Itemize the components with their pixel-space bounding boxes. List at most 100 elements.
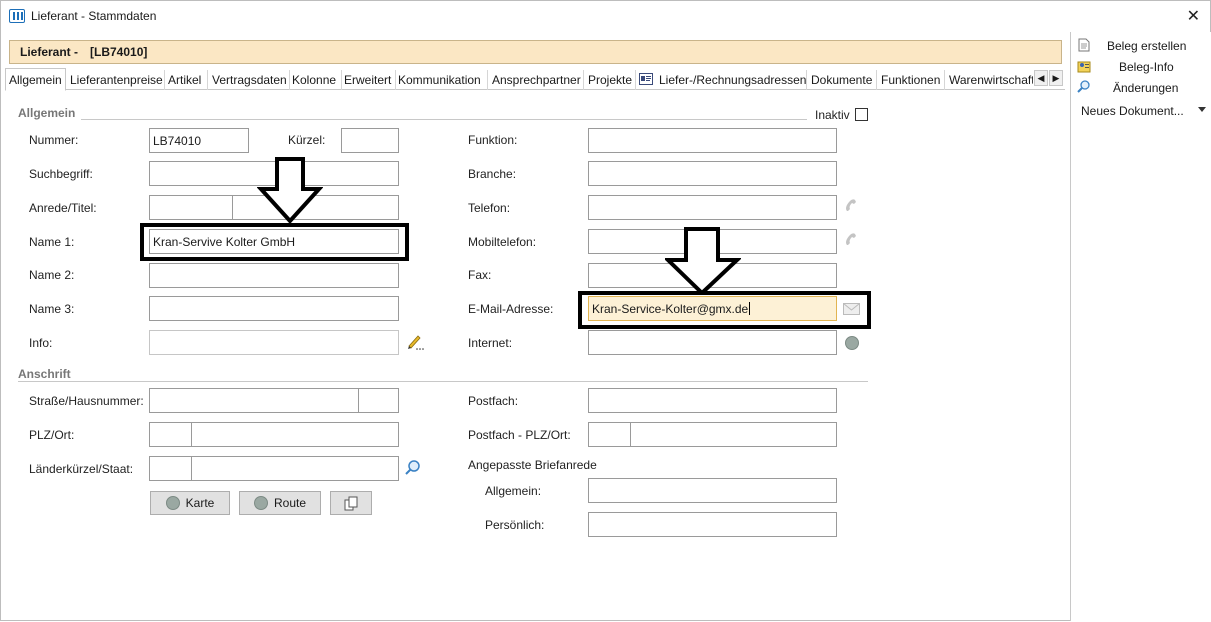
address-card-icon bbox=[639, 70, 656, 90]
tab-scroll-right-icon[interactable]: ▶ bbox=[1049, 70, 1063, 86]
branche-label: Branche: bbox=[468, 167, 517, 181]
mobil-label: Mobiltelefon: bbox=[468, 235, 537, 249]
ort-field[interactable] bbox=[191, 422, 399, 447]
edit-pencil-icon[interactable] bbox=[406, 332, 424, 353]
main-area: Lieferant - [LB74010] Allgemein Lieferan… bbox=[1, 32, 1069, 622]
tab-kommunikation[interactable]: Kommunikation bbox=[398, 70, 488, 90]
land-label: Länderkürzel/Staat: bbox=[29, 462, 134, 476]
beleg-info-label: Beleg-Info bbox=[1119, 60, 1174, 74]
postfach-label: Postfach: bbox=[468, 394, 519, 408]
name1-label: Name 1: bbox=[29, 235, 75, 249]
plz-field[interactable] bbox=[149, 422, 192, 447]
info-label: Info: bbox=[29, 336, 53, 350]
globe-icon[interactable] bbox=[845, 336, 859, 350]
internet-field[interactable] bbox=[588, 330, 837, 355]
postfach-ort-field[interactable] bbox=[630, 422, 837, 447]
anrede-label: Anrede/Titel: bbox=[29, 201, 97, 215]
name3-field[interactable] bbox=[149, 296, 399, 321]
beleg-info-item[interactable]: Beleg-Info bbox=[1071, 57, 1211, 77]
branche-field[interactable] bbox=[588, 161, 837, 186]
globe-icon bbox=[253, 496, 268, 510]
tab-artikel[interactable]: Artikel bbox=[168, 70, 208, 90]
mobile-phone-icon[interactable] bbox=[844, 232, 860, 251]
copy-icon bbox=[344, 496, 358, 511]
briefanrede-label: Angepasste Briefanrede bbox=[468, 458, 597, 472]
funktion-label: Funktion: bbox=[468, 133, 518, 147]
copy-button[interactable] bbox=[330, 491, 372, 515]
header-id: [LB74010] bbox=[90, 45, 148, 59]
section-anschrift: Anschrift bbox=[18, 367, 71, 381]
tab-vertragsdaten[interactable]: Vertragsdaten bbox=[212, 70, 290, 90]
fax-label: Fax: bbox=[468, 268, 492, 282]
record-header: Lieferant - [LB74010] bbox=[9, 40, 1062, 64]
postfach-plz-field[interactable] bbox=[588, 422, 631, 447]
header-label: Lieferant - bbox=[20, 45, 79, 59]
tab-erweitert[interactable]: Erweitert bbox=[344, 70, 396, 90]
karte-button[interactable]: Karte bbox=[150, 491, 230, 515]
name2-label: Name 2: bbox=[29, 268, 75, 282]
strasse-field[interactable] bbox=[149, 388, 359, 413]
tab-funktionen[interactable]: Funktionen bbox=[881, 70, 945, 90]
briefanrede-allgemein-field[interactable] bbox=[588, 478, 837, 503]
tab-strip: Allgemein Lieferantenpreise Artikel Vert… bbox=[5, 68, 1065, 91]
tab-lieferantenpreise[interactable]: Lieferantenpreise bbox=[70, 70, 165, 90]
section-divider bbox=[18, 381, 868, 382]
search-icon[interactable] bbox=[404, 459, 422, 480]
briefanrede-allgemein-label: Allgemein: bbox=[485, 484, 542, 498]
action-pane: Beleg erstellen Beleg-Info Änderungen Ne… bbox=[1070, 32, 1211, 621]
internet-label: Internet: bbox=[468, 336, 513, 350]
name2-field[interactable] bbox=[149, 263, 399, 288]
tab-projekte[interactable]: Projekte bbox=[588, 70, 636, 90]
briefanrede-persoenlich-label: Persönlich: bbox=[485, 518, 545, 532]
kuerzel-field[interactable] bbox=[341, 128, 399, 153]
inaktiv-checkbox[interactable] bbox=[855, 108, 868, 121]
magnifier-icon bbox=[1077, 80, 1090, 93]
document-icon bbox=[1078, 38, 1090, 52]
laenderkuerzel-field[interactable] bbox=[149, 456, 192, 481]
aenderungen-item[interactable]: Änderungen bbox=[1071, 78, 1211, 98]
tab-ansprechpartner[interactable]: Ansprechpartner bbox=[492, 70, 584, 90]
chevron-down-icon bbox=[1198, 107, 1206, 112]
tab-allgemein[interactable]: Allgemein bbox=[5, 68, 66, 91]
beleg-erstellen-item[interactable]: Beleg erstellen bbox=[1071, 36, 1211, 56]
route-label: Route bbox=[273, 496, 307, 510]
close-icon[interactable]: ✕ bbox=[1187, 6, 1200, 26]
neues-dokument-label: Neues Dokument... bbox=[1081, 104, 1184, 118]
window-title: Lieferant - Stammdaten bbox=[31, 9, 157, 23]
tab-warenwirtschaft[interactable]: Warenwirtschaft bbox=[949, 70, 1033, 90]
postfach-field[interactable] bbox=[588, 388, 837, 413]
telefon-field[interactable] bbox=[588, 195, 837, 220]
hausnummer-field[interactable] bbox=[358, 388, 399, 413]
funktion-field[interactable] bbox=[588, 128, 837, 153]
nummer-label: Nummer: bbox=[29, 133, 79, 147]
telefon-label: Telefon: bbox=[468, 201, 511, 215]
tab-dokumente[interactable]: Dokumente bbox=[811, 70, 877, 90]
phone-icon[interactable] bbox=[844, 198, 860, 217]
inaktiv-label: Inaktiv bbox=[815, 108, 850, 122]
app-icon bbox=[9, 9, 25, 23]
annotation-arrow-icon bbox=[665, 227, 741, 295]
name3-label: Name 3: bbox=[29, 302, 75, 316]
window: Lieferant - Stammdaten ✕ Lieferant - [LB… bbox=[0, 0, 1211, 621]
neues-dokument-dropdown[interactable]: Neues Dokument... bbox=[1071, 101, 1211, 121]
suchbegriff-label: Suchbegriff: bbox=[29, 167, 93, 181]
tab-liefer-rechnungsadressen[interactable]: Liefer-/Rechnungsadressen bbox=[659, 70, 807, 90]
tab-scroll-left-icon[interactable]: ◀ bbox=[1034, 70, 1048, 86]
route-button[interactable]: Route bbox=[239, 491, 321, 515]
annotation-box-email bbox=[578, 291, 871, 329]
nummer-field[interactable]: LB74010 bbox=[149, 128, 249, 153]
briefanrede-persoenlich-field[interactable] bbox=[588, 512, 837, 537]
info-field[interactable] bbox=[149, 330, 399, 355]
tab-kolonne[interactable]: Kolonne bbox=[292, 70, 342, 90]
globe-icon bbox=[165, 496, 180, 510]
anrede-field[interactable] bbox=[149, 195, 233, 220]
staat-field[interactable] bbox=[191, 456, 399, 481]
info-card-icon bbox=[1077, 61, 1091, 73]
beleg-erstellen-label: Beleg erstellen bbox=[1107, 39, 1187, 53]
section-divider bbox=[81, 119, 807, 120]
title-bar: Lieferant - Stammdaten ✕ bbox=[1, 1, 1210, 32]
postfach-plz-label: Postfach - PLZ/Ort: bbox=[468, 428, 571, 442]
email-label: E-Mail-Adresse: bbox=[468, 302, 554, 316]
strasse-label: Straße/Hausnummer: bbox=[29, 394, 144, 408]
section-allgemein: Allgemein bbox=[18, 106, 76, 120]
